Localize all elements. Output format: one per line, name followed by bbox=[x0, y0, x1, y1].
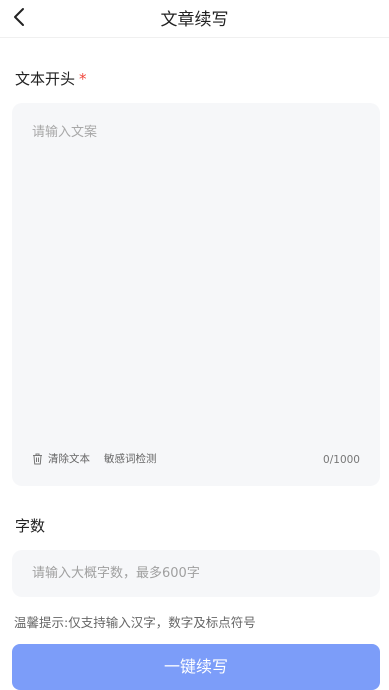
opening-label-row: 文本开头 * bbox=[15, 68, 87, 89]
page-title: 文章续写 bbox=[160, 10, 229, 30]
sensitive-word-check-button[interactable]: 敏感词检测 bbox=[104, 451, 157, 466]
text-tools: 清除文本 敏感词检测 bbox=[32, 451, 171, 466]
submit-continue-button[interactable]: 一键续写 bbox=[12, 644, 380, 690]
clear-text-button[interactable]: 清除文本 bbox=[32, 451, 90, 466]
trash-icon bbox=[33, 453, 42, 464]
required-mark: * bbox=[79, 70, 87, 88]
word-count-box bbox=[12, 550, 380, 597]
top-nav-bar: 文章续写 bbox=[0, 0, 389, 38]
opening-textarea[interactable] bbox=[12, 103, 380, 433]
clear-text-label: 清除文本 bbox=[48, 453, 90, 465]
tip-text: 温馨提示:仅支持输入汉字，数字及标点符号 bbox=[14, 615, 256, 630]
word-count-input[interactable] bbox=[12, 550, 380, 597]
word-count-label: 字数 bbox=[15, 517, 46, 535]
sensitive-word-check-label: 敏感词检测 bbox=[104, 453, 157, 465]
char-counter: 0/1000 bbox=[323, 454, 360, 466]
opening-label: 文本开头 bbox=[15, 70, 76, 88]
opening-text-box: 清除文本 敏感词检测 0/1000 bbox=[12, 103, 380, 486]
